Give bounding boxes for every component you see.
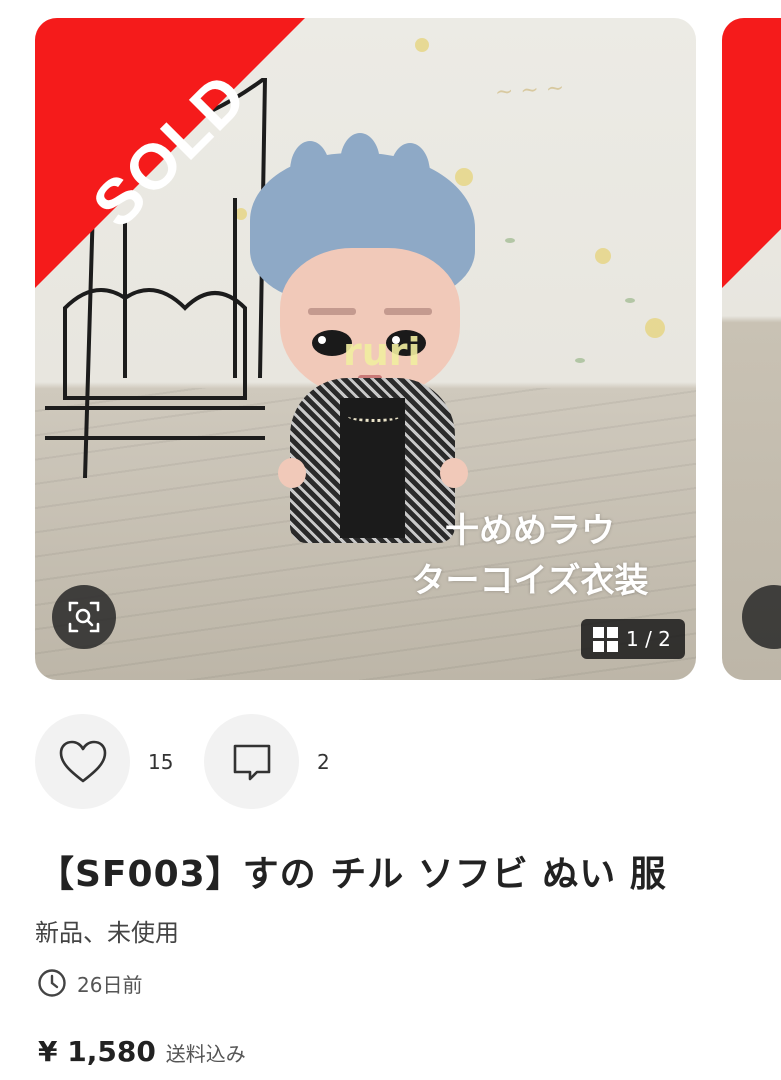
doll-face [280, 248, 460, 398]
price-row: ¥ 1,580 送料込み [38, 1035, 246, 1068]
heart-icon [59, 740, 106, 782]
doll-brow-right [384, 308, 432, 315]
doll-necklace [348, 411, 400, 422]
grid-icon [593, 626, 618, 652]
zoom-scan-icon [68, 601, 100, 633]
sold-banner [722, 18, 781, 288]
doll-hair-spike [340, 133, 380, 193]
item-price: ¥ 1,580 [38, 1035, 156, 1068]
comment-icon [233, 744, 270, 780]
posted-time-row: 26日前 [37, 968, 142, 998]
doll-hand-left [278, 458, 306, 488]
image-carousel[interactable]: ~ ~ ~ ruri 十めめラウ ターコイズ衣装 SOLD 1 / 2 [0, 0, 781, 690]
item-title: 【SF003】すの チル ソフビ ぬい 服 [38, 854, 667, 895]
wallpaper-leaf [625, 298, 635, 303]
shipping-label: 送料込み [165, 1042, 246, 1066]
doll-brow-left [308, 308, 356, 315]
wallpaper-leaf [575, 358, 585, 363]
comment-button[interactable] [204, 714, 299, 809]
image-counter-text: 1 / 2 [626, 627, 671, 651]
action-bar: 15 2 [35, 714, 373, 809]
zoom-button[interactable] [742, 585, 781, 649]
image-counter[interactable]: 1 / 2 [581, 619, 685, 659]
item-condition: 新品、未使用 [35, 919, 179, 947]
next-product-photo[interactable] [722, 18, 781, 680]
photo-caption-line: ターコイズ衣装 [411, 561, 649, 601]
wallpaper-flower [415, 38, 429, 52]
clock-icon [38, 969, 66, 997]
photo-caption: 十めめラウ ターコイズ衣装 [380, 506, 680, 606]
photo-watermark: ruri [343, 330, 421, 374]
like-count: 15 [148, 749, 174, 774]
wallpaper-flower [645, 318, 665, 338]
wallpaper-leaf [505, 238, 515, 243]
doll-hand-right [440, 458, 468, 488]
doll-hair-spike [390, 143, 430, 203]
background-card-script: ~ ~ ~ [494, 75, 566, 106]
zoom-button[interactable] [52, 585, 116, 649]
wallpaper-flower [595, 248, 611, 264]
comment-count: 2 [317, 749, 330, 774]
posted-time: 26日前 [77, 972, 143, 997]
like-button[interactable] [35, 714, 130, 809]
photo-caption-line: 十めめラウ [445, 511, 615, 551]
product-photo[interactable]: ~ ~ ~ ruri 十めめラウ ターコイズ衣装 SOLD 1 / 2 [35, 18, 696, 680]
